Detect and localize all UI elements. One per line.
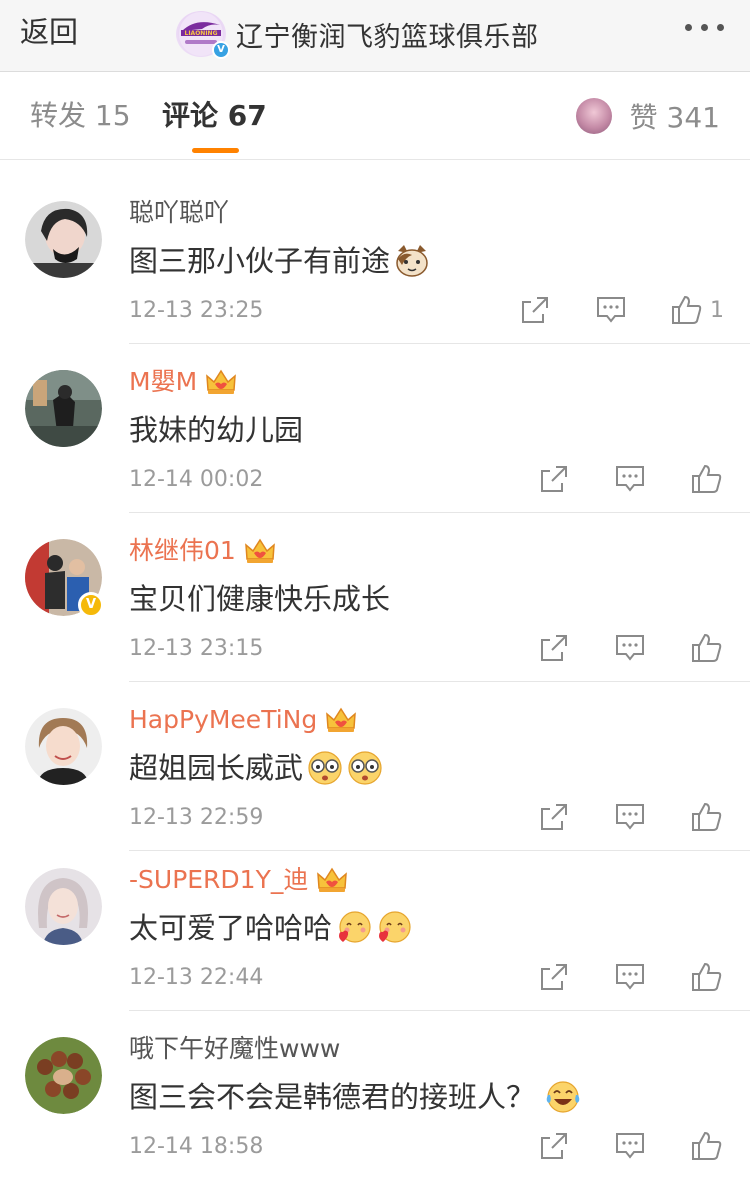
laugh-cry-emoji [546, 1081, 580, 1113]
comment-time: 12-14 18:58 [129, 1134, 264, 1159]
tab-bar: 转发 15 评论 67 赞 341 [0, 72, 750, 160]
share-icon[interactable] [538, 463, 570, 495]
club-logo-icon[interactable]: LIAONING V [176, 11, 230, 59]
comment-text: 宝贝们健康快乐成长 [129, 579, 390, 619]
vip-crown-icon [206, 369, 237, 394]
avatar-image [25, 201, 102, 278]
top-bar: 返回 LIAONING V 辽宁衡润飞豹篮球俱乐部 [0, 0, 750, 72]
comment-username[interactable]: HapPyMeeTiNg [129, 704, 357, 736]
reply-icon[interactable] [595, 294, 627, 326]
more-dot [717, 24, 724, 31]
reply-icon[interactable] [614, 801, 646, 833]
avatar-image [25, 1037, 102, 1114]
verified-badge-icon: V [212, 41, 230, 59]
back-button[interactable]: 返回 [20, 12, 78, 52]
tab-likes[interactable]: 赞 341 [575, 96, 720, 136]
comment-username[interactable]: -SUPERD1Y_迪 [129, 864, 348, 896]
comment-time: 12-14 00:02 [129, 467, 264, 492]
reply-icon[interactable] [614, 463, 646, 495]
more-dots-icon[interactable] [685, 24, 724, 31]
comment-text: 图三会不会是韩德君的接班人？ [129, 1077, 581, 1117]
username-text: 林继伟01 [129, 536, 236, 565]
club-logo-lettering: LIAONING [185, 30, 218, 37]
love-you-emoji [339, 911, 371, 943]
avatar[interactable] [25, 201, 102, 278]
vip-crown-icon [244, 538, 275, 563]
thumbs-up-icon[interactable] [690, 961, 722, 993]
comment-text: 图三那小伙子有前途 [129, 241, 430, 281]
comment-time: 12-13 23:25 [129, 298, 264, 323]
share-icon[interactable] [538, 801, 570, 833]
thumbs-up-icon[interactable] [690, 463, 722, 495]
share-icon[interactable] [519, 294, 551, 326]
comment-body: 图三那小伙子有前途 [129, 244, 391, 278]
share-icon[interactable] [538, 632, 570, 664]
awesome-emoji [308, 751, 342, 785]
thumbs-up-icon[interactable] [690, 632, 722, 664]
comment-username[interactable]: 聪吖聪吖 [129, 197, 229, 229]
comment-text: 超姐园长威武 [129, 748, 383, 788]
comment-text: 太可爱了哈哈哈 [129, 908, 412, 948]
thumbs-up-icon[interactable] [690, 1130, 722, 1162]
comment-item: HapPyMeeTiNg 超姐园长威武 12-13 22:59 [0, 682, 750, 851]
share-icon[interactable] [538, 961, 570, 993]
comment-item: M嬰M 我妹的幼儿园 12-14 00:02 [0, 344, 750, 513]
username-text: HapPyMeeTiNg [129, 705, 318, 734]
comment-item: 聪吖聪吖 图三那小伙子有前途 12-13 23:25 1 [0, 175, 750, 344]
username-text: -SUPERD1Y_迪 [129, 865, 309, 894]
likes-count-label: 赞 341 [629, 101, 720, 134]
like-count: 1 [710, 298, 724, 323]
comment-text: 我妹的幼儿园 [129, 410, 303, 450]
avatar-image [25, 708, 102, 785]
username-text: 聪吖聪吖 [129, 198, 230, 227]
avatar-image [25, 370, 102, 447]
comment-item: -SUPERD1Y_迪 太可爱了哈哈哈 12-13 22:44 [0, 842, 750, 1011]
comment-item: 哦下午好魔性www 图三会不会是韩德君的接班人？ 12-14 18:58 [0, 1011, 750, 1180]
more-dot [701, 24, 708, 31]
active-tab-indicator [192, 148, 239, 153]
title-group: LIAONING V 辽宁衡润飞豹篮球俱乐部 [176, 8, 539, 60]
liker-avatar [575, 98, 612, 134]
avatar[interactable]: V [25, 539, 104, 618]
tab-comment[interactable]: 评论 67 [162, 98, 267, 134]
awesome-emoji [348, 751, 382, 785]
comment-body: 图三会不会是韩德君的接班人？ [129, 1080, 536, 1114]
vip-crown-icon [326, 707, 357, 732]
avatar[interactable] [25, 1037, 102, 1114]
comment-username[interactable]: M嬰M [129, 366, 237, 398]
verified-badge-icon: V [78, 592, 104, 618]
comment-time: 12-13 22:59 [129, 805, 264, 830]
comment-time: 12-13 23:15 [129, 636, 264, 661]
comment-body: 我妹的幼儿园 [129, 413, 304, 447]
cat-face-emoji [396, 245, 428, 277]
comment-time: 12-13 22:44 [129, 965, 264, 990]
username-text: 哦下午好魔性www [129, 1034, 341, 1063]
reply-icon[interactable] [614, 632, 646, 664]
thumbs-up-icon[interactable] [670, 294, 702, 326]
comment-username[interactable]: 林继伟01 [129, 535, 276, 567]
reply-icon[interactable] [614, 1130, 646, 1162]
page-title: 辽宁衡润飞豹篮球俱乐部 [236, 21, 539, 53]
avatar[interactable] [25, 370, 102, 447]
thumbs-up-icon[interactable] [690, 801, 722, 833]
more-dot [685, 24, 692, 31]
vip-crown-icon [317, 867, 348, 892]
avatar-image [25, 868, 102, 945]
comment-body: 太可爱了哈哈哈 [129, 911, 333, 945]
love-you-emoji [379, 911, 411, 943]
comment-item: V 林继伟01 宝贝们健康快乐成长 12-13 23:15 [0, 513, 750, 682]
avatar[interactable] [25, 868, 102, 945]
username-text: M嬰M [129, 367, 198, 396]
tab-repost[interactable]: 转发 15 [30, 98, 131, 134]
comment-body: 超姐园长威武 [129, 751, 304, 785]
comment-body: 宝贝们健康快乐成长 [129, 582, 391, 616]
avatar[interactable] [25, 708, 102, 785]
comment-username[interactable]: 哦下午好魔性www [129, 1033, 340, 1065]
reply-icon[interactable] [614, 961, 646, 993]
share-icon[interactable] [538, 1130, 570, 1162]
